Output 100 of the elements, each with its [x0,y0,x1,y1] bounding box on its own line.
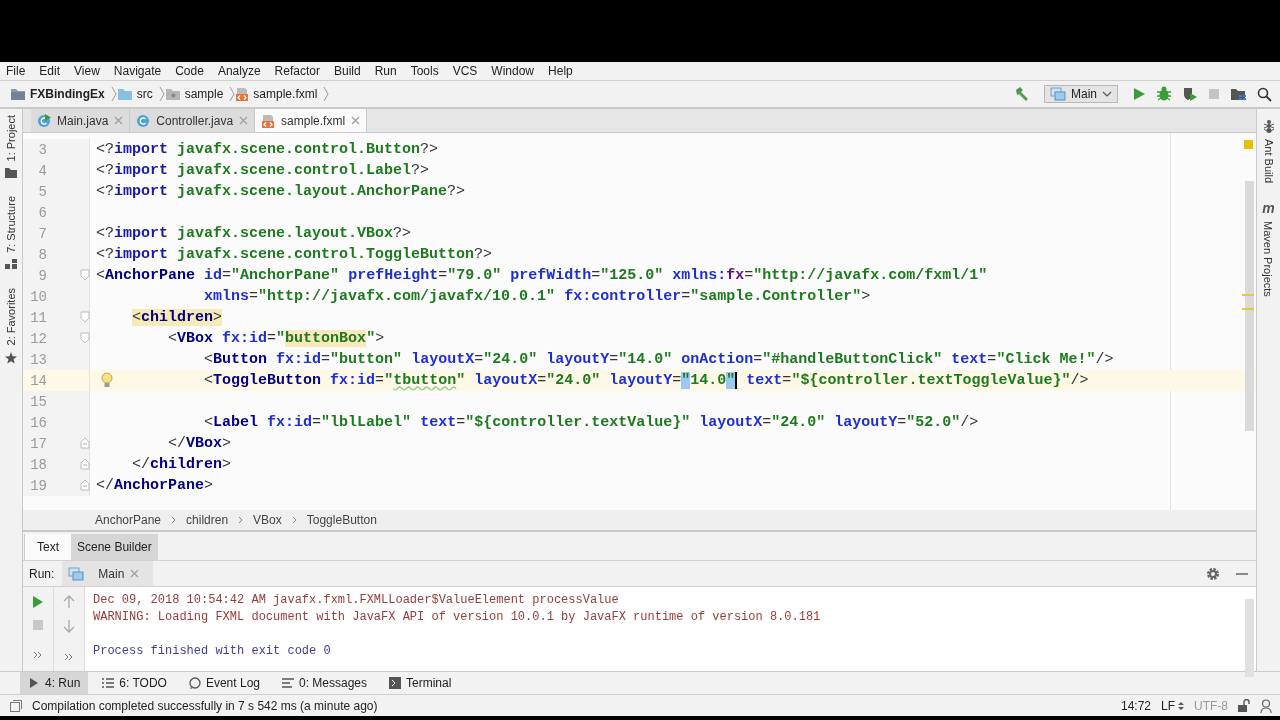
tool-window-button[interactable]: 4: Run [20,672,89,694]
fold-icon[interactable] [80,269,90,281]
line-number: 15 [29,393,47,410]
menu-item[interactable]: Window [491,64,535,78]
up-arrow-icon[interactable] [63,595,75,609]
path-item[interactable]: AnchorPane [95,513,162,527]
settings-icon[interactable] [1206,566,1220,581]
tool-window-tab[interactable]: 2: Favorites [5,288,17,346]
line-number: 10 [29,288,47,305]
menu-item[interactable]: View [74,64,100,78]
person-icon[interactable] [1260,698,1272,713]
run-tab[interactable]: Main [62,561,154,586]
list-icon [102,677,115,689]
fold-icon[interactable] [80,332,90,344]
breadcrumb-item[interactable]: src [136,87,153,101]
lock-icon[interactable] [1238,699,1250,712]
console-line: Dec 09, 2018 10:54:42 AM javafx.fxml.FXMLLoader$ValueElement processValue [93,592,620,609]
stop-icon[interactable] [1208,88,1220,100]
tool-window-tab[interactable]: Ant Build [1262,139,1275,184]
bug-icon[interactable] [1156,86,1172,102]
down-arrow-icon[interactable] [63,619,75,633]
run-icon[interactable] [32,595,44,609]
run-configuration-dropdown[interactable]: Main [1044,85,1118,103]
terminal-icon [389,677,402,689]
view-tab[interactable]: Text [24,534,71,560]
cursor-position[interactable]: 14:72 [1120,698,1151,713]
folder-icon[interactable] [5,167,17,179]
menu-item[interactable]: Help [548,64,573,78]
menu-item[interactable]: Run [374,64,397,78]
path-item[interactable]: ToggleButton [306,513,377,527]
fold-icon[interactable] [80,479,90,491]
double-chevron-icon[interactable] [33,651,43,659]
panel-toggle-icon[interactable] [10,699,22,712]
hammer-icon[interactable] [1014,86,1030,102]
path-item[interactable]: children [186,513,229,527]
window-icon [1050,87,1066,101]
line-separator[interactable]: LF [1161,698,1175,713]
shield-play-icon[interactable] [1182,86,1198,102]
menu-item[interactable]: Navigate [113,64,162,78]
menu-item[interactable]: VCS [452,64,478,78]
view-tab[interactable]: Scene Builder [71,534,158,560]
menu-item[interactable]: Build [333,64,361,78]
menu-item[interactable]: Tools [410,64,439,78]
tool-window-tab[interactable]: Maven Projects [1262,221,1275,297]
line-number: 3 [37,141,47,158]
scrollbar-thumb[interactable] [1245,181,1254,431]
tool-window-button[interactable]: 6: TODO [94,672,175,694]
tool-window-button[interactable]: Event Log [180,672,268,694]
editor-tab[interactable]: Controller.java [130,109,256,132]
close-icon[interactable] [239,116,249,125]
editor-tab[interactable]: sample.fxml [255,109,368,132]
chevron-icon [110,86,117,102]
path-item[interactable]: VBox [253,513,282,527]
stop-icon[interactable] [32,619,44,631]
code-line: <?import javafx.scene.control.ToggleButton?> [95,245,493,264]
scrollbar-thumb[interactable] [1245,599,1254,677]
console-line: WARNING: Loading FXML document with JavaFX API of version 10.0.1 by JavaFX runtime of version 8.0.181 [93,609,822,626]
ant-icon[interactable] [1262,119,1275,133]
menu-item[interactable]: File [6,64,26,78]
breadcrumb-item[interactable]: sample.fxml [253,87,318,101]
fold-icon[interactable] [80,437,90,449]
editor-tab[interactable]: Main.java [31,109,131,132]
menu-item[interactable]: Edit [39,64,61,78]
lines-icon [282,677,294,689]
code-line: <children> [131,308,223,327]
structure-icon[interactable] [5,259,17,271]
up-down-icon [1178,700,1184,711]
fold-icon[interactable] [80,311,90,323]
tool-window-tab[interactable]: 7: Structure [5,196,17,254]
light-bulb-icon[interactable] [101,372,113,388]
chevron-icon [323,86,330,102]
folder-icon [116,87,133,101]
speech-bubble-icon [188,677,201,689]
analysis-marker[interactable] [1244,140,1253,149]
chevron-icon [291,516,297,524]
tool-window-button[interactable]: 0: Messages [274,672,376,694]
close-icon[interactable] [351,116,361,125]
close-icon[interactable] [114,116,124,125]
search-icon[interactable] [1257,86,1272,102]
chevron-icon [238,516,244,524]
menu-item[interactable]: Analyze [217,64,261,78]
line-number: 5 [37,183,47,200]
breadcrumb-item[interactable]: FXBindingEx [30,87,105,101]
line-number: 14 [29,372,47,389]
double-chevron-icon[interactable] [64,653,74,661]
tool-window-tab[interactable]: 1: Project [5,115,17,162]
menu-item[interactable]: Refactor [274,64,320,78]
menu-item[interactable]: Code [175,64,204,78]
code-line: <Label fx:id="lblLabel" text="${controller.textValue}" layoutX="24.0" layoutY="52.0"/> [203,413,979,432]
folder-grid-icon[interactable] [1230,86,1247,102]
line-number: 11 [29,309,47,326]
tool-window-button[interactable]: Terminal [381,672,460,694]
star-icon[interactable] [5,351,17,364]
code-line: <VBox fx:id="buttonBox"> [167,329,385,348]
breadcrumb-item[interactable]: sample [184,87,224,101]
run-icon[interactable] [1132,87,1146,101]
close-icon[interactable] [130,569,140,578]
maven-icon[interactable]: m [1262,201,1275,216]
package-icon [164,87,181,101]
fold-icon[interactable] [80,458,90,470]
